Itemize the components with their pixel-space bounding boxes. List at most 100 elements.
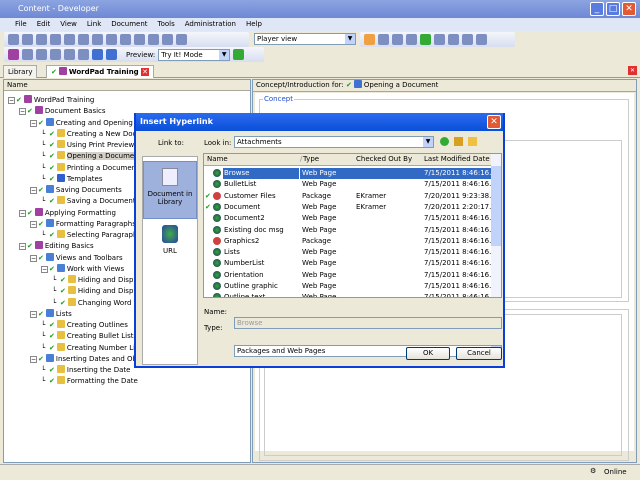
- tree-item[interactable]: └ ✔ Formatting the Date: [41, 376, 138, 387]
- tree-item[interactable]: − ✔ WordPad Training: [8, 95, 94, 106]
- collapse-icon[interactable]: −: [30, 254, 37, 262]
- ok-button[interactable]: OK: [406, 347, 450, 360]
- menu-administration[interactable]: Administration: [180, 18, 241, 31]
- delete-icon[interactable]: [92, 34, 103, 45]
- collapse-icon[interactable]: −: [41, 265, 48, 273]
- tree-item[interactable]: └ ✔ Selecting Paragraph T: [41, 230, 144, 241]
- attachment-row[interactable]: NumberList Web Page 7/15/2011 8:46:16...: [204, 258, 496, 269]
- menu-link[interactable]: Link: [82, 18, 106, 31]
- export-icon[interactable]: [462, 34, 473, 45]
- layout-icon[interactable]: [364, 34, 375, 45]
- menu-view[interactable]: View: [55, 18, 82, 31]
- properties-icon[interactable]: [106, 34, 117, 45]
- tree-item[interactable]: └ ✔ Changing Word W: [52, 297, 141, 309]
- split-horizontal-icon[interactable]: [378, 34, 389, 45]
- link-option-document-in-library[interactable]: Document in Library: [143, 161, 197, 219]
- tree-item[interactable]: └ ✔ Inserting the Date: [41, 365, 130, 376]
- column-header-last-modified[interactable]: Last Modified Date: [424, 154, 490, 165]
- attachment-row[interactable]: Orientation Web Page 7/15/2011 8:46:16...: [204, 270, 496, 281]
- collapse-icon[interactable]: −: [19, 108, 26, 116]
- check-in-icon[interactable]: [434, 34, 445, 45]
- go-icon[interactable]: [233, 49, 245, 60]
- arrow-down-icon[interactable]: [106, 49, 117, 60]
- tree-item[interactable]: └ ✔ Creating Number Lists: [41, 342, 145, 354]
- find-icon[interactable]: [148, 34, 159, 45]
- open-icon[interactable]: [8, 34, 19, 45]
- preview-select[interactable]: Try It! Mode ▼: [158, 48, 231, 61]
- collapse-icon[interactable]: −: [19, 209, 26, 217]
- attachment-row[interactable]: Browse Web Page 7/15/2011 8:46:16...: [204, 168, 496, 179]
- cut-icon[interactable]: [50, 34, 61, 45]
- tree-item[interactable]: − ✔ Views and Toolbars: [30, 252, 123, 264]
- attachment-row[interactable]: ✔ Document Web Page EKramer 7/20/2011 2:20:1…: [204, 202, 496, 213]
- tree-item[interactable]: └ ✔ Hiding and Display: [52, 275, 144, 286]
- maximize-button[interactable]: □: [606, 2, 620, 16]
- menu-tools[interactable]: Tools: [153, 18, 180, 31]
- arrow-up-icon[interactable]: [92, 49, 103, 60]
- spellcheck-icon[interactable]: [162, 34, 173, 45]
- tree-item[interactable]: └ ✔ Hiding and Display: [52, 286, 144, 297]
- collapse-icon[interactable]: −: [30, 220, 37, 228]
- undo-icon[interactable]: [120, 34, 131, 45]
- attachment-row[interactable]: Existing doc msg Web Page 7/15/2011 8:46:1…: [204, 225, 496, 236]
- tree-item[interactable]: └ ✔ Opening a Document: [41, 151, 142, 162]
- publish-icon[interactable]: [406, 34, 417, 45]
- link-option-url[interactable]: URL: [143, 219, 197, 255]
- copy-icon[interactable]: [64, 34, 75, 45]
- collapse-icon[interactable]: −: [30, 355, 37, 363]
- menu-edit[interactable]: Edit: [32, 18, 56, 31]
- look-in-select[interactable]: Attachments ▼: [234, 136, 434, 148]
- attachment-row[interactable]: BulletList Web Page 7/15/2011 8:46:16...: [204, 179, 496, 190]
- attachment-row[interactable]: Graphics2 Package 7/15/2011 8:46:16...: [204, 236, 496, 247]
- tree-item[interactable]: └ ✔ Creating Outlines: [41, 320, 128, 331]
- attachment-row[interactable]: ✔ Customer Files Package EKramer 7/20/2011 9…: [204, 191, 496, 202]
- tree-item[interactable]: └ ✔ Saving a Document as: [41, 196, 146, 207]
- collapse-icon[interactable]: −: [30, 187, 37, 194]
- lock-icon[interactable]: [476, 34, 487, 45]
- print-preview-icon[interactable]: [36, 34, 47, 45]
- dialog-close-button[interactable]: ✕: [487, 115, 501, 129]
- tab-library[interactable]: Library: [3, 65, 38, 78]
- new-folder-icon[interactable]: [468, 137, 477, 146]
- menu-document[interactable]: Document: [106, 18, 152, 31]
- menu-file[interactable]: File: [10, 18, 32, 31]
- attachment-row[interactable]: Outline graphic Web Page 7/15/2011 8:46:16…: [204, 281, 496, 292]
- attachment-row[interactable]: Lists Web Page 7/15/2011 8:46:16...: [204, 247, 496, 258]
- page-icon[interactable]: [50, 49, 61, 60]
- collapse-icon[interactable]: −: [8, 97, 15, 104]
- tree-item[interactable]: └ ✔ Creating a New Docum: [41, 128, 148, 140]
- scrollbar-thumb[interactable]: [491, 166, 501, 246]
- menu-help[interactable]: Help: [241, 18, 267, 31]
- tree-item[interactable]: − ✔ Document Basics: [19, 106, 106, 117]
- list-scrollbar[interactable]: [491, 154, 501, 297]
- chevron-down-icon[interactable]: ▼: [345, 34, 355, 44]
- topic-icon[interactable]: [36, 49, 47, 60]
- chevron-down-icon[interactable]: ▼: [219, 49, 230, 60]
- close-button[interactable]: ✕: [622, 2, 636, 16]
- tree-item[interactable]: − ✔ Inserting Dates and Objec: [30, 353, 147, 365]
- cancel-button[interactable]: Cancel: [456, 347, 502, 360]
- book-icon[interactable]: [8, 49, 19, 60]
- view-select[interactable]: Player view ▼: [254, 33, 356, 45]
- add-icon[interactable]: [440, 137, 449, 146]
- minimize-button[interactable]: _: [590, 2, 604, 16]
- collapse-icon[interactable]: −: [30, 119, 37, 127]
- question-icon[interactable]: [64, 49, 75, 60]
- close-document-icon[interactable]: ✕: [628, 66, 637, 75]
- up-folder-icon[interactable]: [454, 137, 463, 146]
- tab-wordpad-training[interactable]: ✔ WordPad Training ✕: [46, 65, 155, 78]
- redo-icon[interactable]: [134, 34, 145, 45]
- split-vertical-icon[interactable]: [392, 34, 403, 45]
- tree-item[interactable]: − ✔ Work with Views: [41, 263, 124, 275]
- collapse-icon[interactable]: −: [19, 243, 26, 251]
- collapse-icon[interactable]: −: [30, 310, 37, 318]
- tree-item[interactable]: └ ✔ Templates: [41, 173, 102, 185]
- close-tab-icon[interactable]: ✕: [141, 68, 150, 76]
- column-header-type[interactable]: Type: [303, 154, 319, 165]
- tree-item[interactable]: └ ✔ Using Print Preview: [41, 140, 134, 151]
- tree-item[interactable]: − ✔ Formatting Paragraphs: [30, 218, 136, 230]
- column-header-name[interactable]: Name: [207, 154, 228, 165]
- save-icon[interactable]: [22, 34, 33, 45]
- tree-item[interactable]: └ ✔ Printing a Document: [41, 162, 139, 174]
- name-field[interactable]: Browse: [234, 317, 502, 329]
